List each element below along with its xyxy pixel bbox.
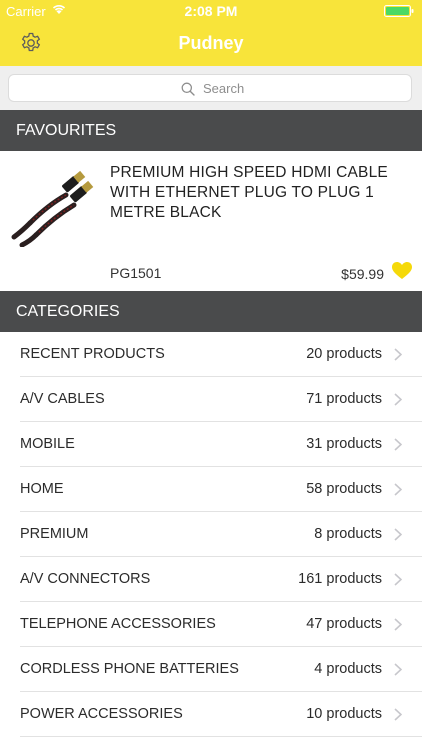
- product-code: PG1501: [110, 265, 162, 281]
- category-label: PREMIUM: [20, 526, 89, 542]
- page-title: Pudney: [178, 33, 244, 53]
- category-count: 47 products: [306, 616, 382, 632]
- category-row-premium[interactable]: PREMIUM 8 products: [0, 512, 422, 557]
- category-count: 10 products: [306, 706, 382, 722]
- chevron-right-icon: [394, 348, 402, 361]
- search-icon: [181, 82, 195, 96]
- favourites-header: FAVOURITES: [0, 110, 422, 151]
- top-bar: Carrier 2:08 PM Pudney: [0, 0, 422, 66]
- category-row-recent-products[interactable]: RECENT PRODUCTS 20 products: [0, 332, 422, 377]
- category-row-telephone-accessories[interactable]: TELEPHONE ACCESSORIES 47 products: [0, 602, 422, 647]
- category-count: 71 products: [306, 391, 382, 407]
- category-row-av-connectors[interactable]: A/V CONNECTORS 161 products: [0, 557, 422, 602]
- category-label: POWER ACCESSORIES: [20, 706, 183, 722]
- category-count: 31 products: [306, 436, 382, 452]
- category-count: 4 products: [314, 661, 382, 677]
- category-label: RECENT PRODUCTS: [20, 346, 165, 362]
- category-label: HOME: [20, 481, 64, 497]
- category-list: RECENT PRODUCTS 20 products A/V CABLES 7…: [0, 332, 422, 737]
- categories-header: CATEGORIES: [0, 291, 422, 332]
- category-count: 8 products: [314, 526, 382, 542]
- chevron-right-icon: [394, 438, 402, 451]
- favourite-product-card[interactable]: PREMIUM HIGH SPEED HDMI CABLE WITH ETHER…: [0, 151, 422, 291]
- hdmi-cable-image: [11, 170, 94, 247]
- category-row-cordless-phone-batteries[interactable]: CORDLESS PHONE BATTERIES 4 products: [0, 647, 422, 692]
- category-count: 58 products: [306, 481, 382, 497]
- category-row-av-cables[interactable]: A/V CABLES 71 products: [0, 377, 422, 422]
- product-name: PREMIUM HIGH SPEED HDMI CABLE WITH ETHER…: [110, 164, 388, 221]
- favourites-header-label: FAVOURITES: [16, 122, 117, 139]
- category-label: TELEPHONE ACCESSORIES: [20, 616, 216, 632]
- category-label: A/V CABLES: [20, 391, 105, 407]
- status-time: 2:08 PM: [184, 3, 238, 19]
- search-placeholder: Search: [203, 81, 245, 96]
- chevron-right-icon: [394, 528, 402, 541]
- chevron-right-icon: [394, 663, 402, 676]
- chevron-right-icon: [394, 708, 402, 721]
- category-count: 161 products: [298, 571, 382, 587]
- categories-header-label: CATEGORIES: [16, 303, 120, 320]
- chevron-right-icon: [394, 393, 402, 406]
- search-bar-container: Search: [0, 66, 422, 110]
- battery-icon: [384, 5, 414, 17]
- category-label: MOBILE: [20, 436, 75, 452]
- category-count: 20 products: [306, 346, 382, 362]
- category-row-power-accessories[interactable]: POWER ACCESSORIES 10 products: [0, 692, 422, 737]
- heart-icon[interactable]: [392, 262, 412, 280]
- status-bar: Carrier 2:08 PM: [0, 0, 422, 22]
- category-row-mobile[interactable]: MOBILE 31 products: [0, 422, 422, 467]
- product-price: $59.99: [341, 266, 384, 282]
- chevron-right-icon: [394, 573, 402, 586]
- chevron-right-icon: [394, 483, 402, 496]
- category-label: A/V CONNECTORS: [20, 571, 151, 587]
- category-label: CORDLESS PHONE BATTERIES: [20, 661, 239, 677]
- search-input[interactable]: Search: [8, 74, 412, 102]
- chevron-right-icon: [394, 618, 402, 631]
- category-row-home[interactable]: HOME 58 products: [0, 467, 422, 512]
